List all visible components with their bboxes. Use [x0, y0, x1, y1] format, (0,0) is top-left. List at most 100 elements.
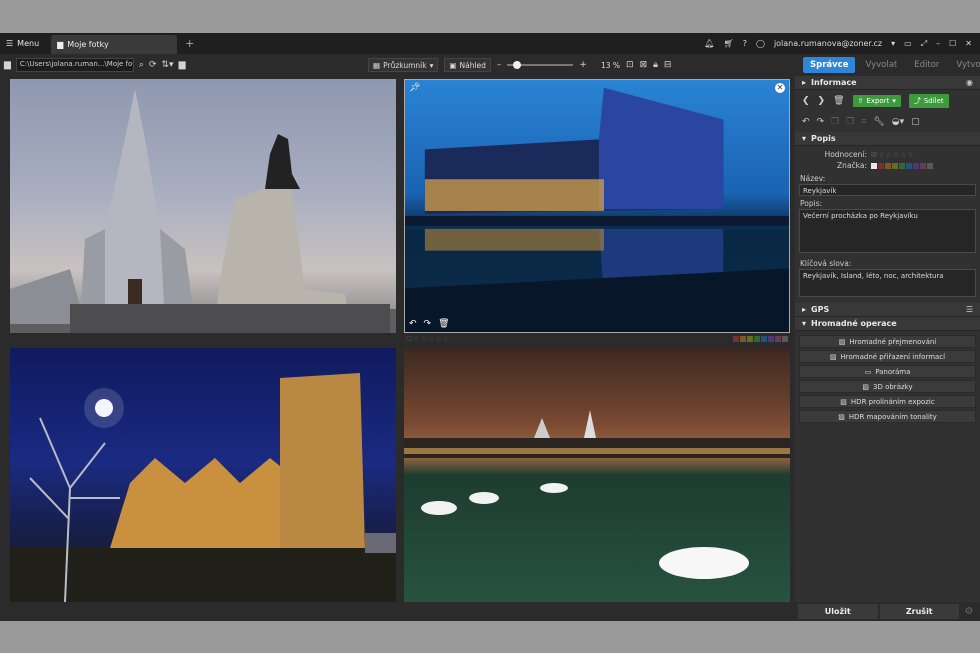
- cart-icon[interactable]: 🛒︎: [724, 39, 734, 48]
- next-icon[interactable]: ❯: [818, 96, 826, 106]
- tag-swatch[interactable]: [740, 336, 746, 342]
- tag-swatch[interactable]: [927, 162, 933, 169]
- settings-circle-icon[interactable]: ◉: [966, 78, 973, 87]
- keywords-field[interactable]: Reykjavík, Island, léto, noc, architektu…: [799, 269, 976, 297]
- tab-create[interactable]: Vytvořit: [949, 57, 980, 73]
- section-informace[interactable]: ▸ Informace ◉: [795, 76, 980, 90]
- rotate-right-icon[interactable]: ↷: [817, 117, 825, 127]
- sort-icon[interactable]: ⇅▾: [162, 60, 174, 70]
- folder-tree-icon[interactable]: ▆: [4, 60, 11, 70]
- monitor-icon[interactable]: ▭: [904, 39, 912, 48]
- zoom-in-icon[interactable]: +: [579, 60, 587, 70]
- search-icon[interactable]: ⌕: [139, 60, 144, 70]
- batch-rename-button[interactable]: ▨ Hromadné přejmenování: [799, 335, 976, 348]
- cancel-button[interactable]: Zrušit: [879, 604, 959, 619]
- paste-icon[interactable]: ❐: [846, 117, 854, 127]
- 3d-images-button[interactable]: ▨ 3D obrázky: [799, 380, 976, 393]
- rating-stars[interactable]: ☒☆☆☆☆☆: [871, 151, 915, 159]
- tag-swatch[interactable]: [920, 162, 926, 169]
- color-tags[interactable]: [871, 162, 933, 169]
- tools-row: ↶ ↷ ❐ ❐ ⌗ 🔧︎ ◒▾ ▢: [795, 112, 980, 132]
- fullscreen-icon[interactable]: ⤢: [921, 39, 927, 49]
- photo-thumbnail-harbour[interactable]: [404, 348, 790, 602]
- comment-icon[interactable]: ▢: [911, 117, 920, 127]
- crop-icon[interactable]: ⌗: [861, 117, 866, 127]
- description-field[interactable]: Večerní procházka po Reykjavíku: [799, 209, 976, 253]
- rotate-left-icon[interactable]: ↶: [409, 319, 417, 329]
- tag-swatch[interactable]: [754, 336, 760, 342]
- browser-dropdown[interactable]: ▦ Průzkumník ▾: [368, 58, 439, 72]
- name-field[interactable]: Reykjavík: [799, 184, 976, 196]
- lock-icon[interactable]: 🔒︎: [653, 60, 658, 70]
- zoom-out-icon[interactable]: –: [497, 60, 502, 70]
- actual-size-icon[interactable]: ⊡: [626, 60, 634, 70]
- chevron-right-icon: ▸: [802, 305, 807, 314]
- tab-manager[interactable]: Správce: [803, 57, 856, 73]
- account-label[interactable]: jolana.rumanova@zoner.cz: [774, 39, 882, 48]
- tag-swatch[interactable]: [878, 162, 884, 169]
- app-window: ☰ Menu ▆ Moje fotky + 🔔︎ 🛒︎ ? ◯ jolana.r…: [0, 33, 980, 621]
- section-popis[interactable]: ▾ Popis: [795, 132, 980, 146]
- trash-icon[interactable]: 🗑︎: [833, 96, 844, 106]
- tag-swatch[interactable]: [761, 336, 767, 342]
- tag-swatch[interactable]: [899, 162, 905, 169]
- color-tags[interactable]: [733, 336, 788, 342]
- tag-swatch[interactable]: [747, 336, 753, 342]
- preview-button[interactable]: ▣ Náhled: [444, 58, 491, 72]
- close-icon[interactable]: ✕: [965, 39, 972, 48]
- chevron-down-icon[interactable]: ▾: [891, 39, 895, 48]
- fit-icon[interactable]: ⊠: [640, 60, 648, 70]
- path-field[interactable]: C:\Users\jolana.ruman...\Moje fotky: [15, 58, 134, 72]
- pin-icon[interactable]: 📌︎: [409, 83, 420, 93]
- tab-label: Moje fotky: [67, 40, 109, 49]
- compare-icon[interactable]: ⊟: [664, 60, 672, 70]
- tag-swatch[interactable]: [768, 336, 774, 342]
- rotate-right-icon[interactable]: ↷: [424, 319, 432, 329]
- tab-develop[interactable]: Vyvolat: [858, 57, 904, 73]
- rotate-left-icon[interactable]: ↶: [802, 117, 810, 127]
- minimize-icon[interactable]: –: [936, 39, 940, 48]
- hdr-tonemap-button[interactable]: ▨ HDR mapováním tonality: [799, 410, 976, 423]
- trash-icon[interactable]: 🗑︎: [438, 319, 449, 329]
- maximize-icon[interactable]: ☐: [949, 39, 956, 48]
- photo-thumbnail-church[interactable]: [10, 79, 396, 333]
- tab-editor[interactable]: Editor: [907, 57, 946, 73]
- wrench-icon[interactable]: 🔧︎: [873, 117, 884, 127]
- bell-icon[interactable]: 🔔︎: [704, 39, 714, 48]
- prev-icon[interactable]: ❮: [802, 96, 810, 106]
- tag-swatch[interactable]: [906, 162, 912, 169]
- add-tab-button[interactable]: +: [185, 37, 194, 50]
- photo-thumbnail-harpa[interactable]: 📌︎ ✕ ↶ ↷ 🗑︎: [404, 79, 790, 333]
- photo-thumbnail-night-church[interactable]: [10, 348, 396, 602]
- chevron-down-icon: ▾: [802, 319, 807, 328]
- new-folder-icon[interactable]: ▆: [179, 60, 186, 70]
- hdr-exposure-button[interactable]: ▨ HDR prolínáním expozic: [799, 395, 976, 408]
- help-icon[interactable]: ?: [743, 39, 747, 48]
- tag-swatch[interactable]: [913, 162, 919, 169]
- save-button[interactable]: Uložit: [798, 604, 878, 619]
- tag-swatch[interactable]: [733, 336, 739, 342]
- refresh-icon[interactable]: ⟳: [149, 60, 157, 70]
- tab-moje-fotky[interactable]: ▆ Moje fotky: [51, 35, 178, 54]
- section-batch[interactable]: ▾ Hromadné operace: [795, 317, 980, 331]
- tag-swatch[interactable]: [892, 162, 898, 169]
- close-icon[interactable]: ✕: [775, 83, 785, 93]
- tag-swatch[interactable]: [885, 162, 891, 169]
- tag-label: Značka:: [837, 161, 867, 170]
- tag-none[interactable]: [871, 162, 877, 169]
- export-button[interactable]: ⇪ Export ▾: [852, 95, 901, 107]
- filter-icon[interactable]: ◒▾: [892, 117, 904, 127]
- section-gps[interactable]: ▸ GPS ☰: [795, 303, 980, 317]
- zoom-slider[interactable]: [507, 61, 574, 69]
- hamburger-icon[interactable]: ☰: [966, 305, 973, 314]
- share-button[interactable]: ⤴ Sdílet: [908, 94, 949, 108]
- tag-swatch[interactable]: [775, 336, 781, 342]
- zoom-slider-knob[interactable]: [513, 61, 522, 69]
- tag-swatch[interactable]: [782, 336, 788, 342]
- panorama-button[interactable]: ▭ Panoráma: [799, 365, 976, 378]
- menu-button[interactable]: ☰ Menu: [0, 33, 45, 54]
- gear-icon[interactable]: ⚙: [961, 604, 977, 619]
- copy-icon[interactable]: ❐: [831, 117, 839, 127]
- batch-info-button[interactable]: ▨ Hromadné přiřazení informací: [799, 350, 976, 363]
- rating-stars[interactable]: ☐☆☆☆☆☆: [406, 335, 450, 343]
